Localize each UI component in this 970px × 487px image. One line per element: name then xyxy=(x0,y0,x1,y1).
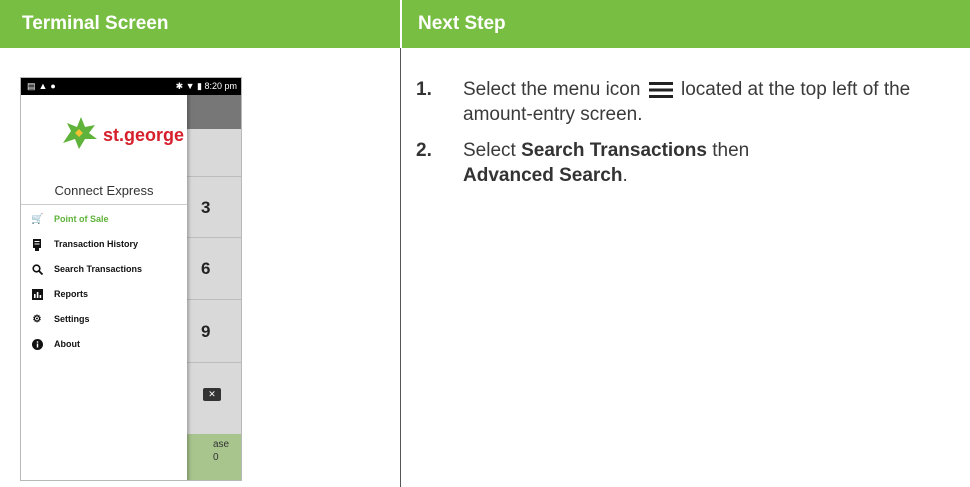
menu-item-search-transactions[interactable]: Search Transactions xyxy=(21,261,187,286)
purchase-label: ase xyxy=(213,439,230,450)
dragon-icon xyxy=(63,117,97,149)
gear-icon: ⚙ xyxy=(32,314,42,325)
menu-item-label: About xyxy=(54,339,80,349)
menu-item-label: Settings xyxy=(54,314,90,324)
column-divider xyxy=(400,48,401,487)
keypad-key[interactable]: 3 xyxy=(187,176,241,237)
backspace-icon[interactable]: ✕ xyxy=(203,388,221,401)
steps-list: 1. Select the menu icon located at the t… xyxy=(416,77,956,199)
status-time: 8:20 pm xyxy=(204,81,237,91)
advanced-search-label: Advanced Search xyxy=(463,165,623,186)
navigation-drawer: st.george Connect Express 🛒 Point of Sal… xyxy=(21,95,187,480)
hamburger-menu-icon xyxy=(648,81,673,98)
step-number: 2. xyxy=(416,140,432,161)
menu-item-label: Search Transactions xyxy=(54,264,143,274)
step-text-start: Select the menu icon xyxy=(463,79,641,100)
drawer-menu: 🛒 Point of Sale Transaction History Sear… xyxy=(21,211,187,361)
step-text-start: Select xyxy=(463,140,522,161)
drawer-divider xyxy=(21,204,187,205)
cart-icon: 🛒 xyxy=(31,214,44,225)
menu-item-point-of-sale[interactable]: 🛒 Point of Sale xyxy=(21,211,187,236)
step-item: 2. Select Search Transactions then Advan… xyxy=(416,138,956,188)
step-text: Select the menu icon located at the top … xyxy=(463,77,956,127)
menu-item-label: Point of Sale xyxy=(54,214,109,224)
keypad-key[interactable]: 9 xyxy=(187,299,241,362)
app-title: Connect Express xyxy=(54,183,154,198)
purchase-button[interactable]: ase 0 xyxy=(187,434,241,480)
step-item: 1. Select the menu icon located at the t… xyxy=(416,77,956,127)
menu-item-label: Transaction History xyxy=(54,239,139,249)
menu-item-about[interactable]: About xyxy=(21,336,187,361)
bar-chart-icon xyxy=(31,289,43,301)
menu-item-label: Reports xyxy=(54,289,89,299)
status-icons-right: ✱ ▼ ▮ 8:20 pm xyxy=(175,81,237,91)
terminal-screen-header: Terminal Screen xyxy=(0,0,400,48)
purchase-amount: 0 xyxy=(213,452,219,463)
search-transactions-label: Search Transactions xyxy=(521,140,707,161)
brand-name: st.george xyxy=(103,125,185,145)
step-text: Select Search Transactions then Advanced… xyxy=(463,138,956,188)
menu-item-settings[interactable]: ⚙ Settings xyxy=(21,311,187,336)
keypad-key[interactable]: 6 xyxy=(187,237,241,299)
terminal-screenshot: ▤▲● ✱ ▼ ▮ 8:20 pm 3 6 9 ✕ ase 0 st.georg… xyxy=(20,77,242,481)
step-number: 1. xyxy=(416,79,432,100)
info-icon xyxy=(31,339,43,351)
status-icons-left: ▤▲● xyxy=(27,81,59,91)
step-text-end: . xyxy=(622,165,628,186)
brand-logo: st.george xyxy=(57,113,184,153)
menu-item-reports[interactable]: Reports xyxy=(21,286,187,311)
menu-item-transaction-history[interactable]: Transaction History xyxy=(21,236,187,261)
receipt-icon xyxy=(31,239,43,251)
step-text-mid: then xyxy=(706,140,750,161)
search-icon xyxy=(31,264,43,276)
next-step-header: Next Step xyxy=(402,0,970,48)
status-bar: ▤▲● ✱ ▼ ▮ 8:20 pm xyxy=(21,78,241,95)
background-app-bar xyxy=(187,95,241,129)
